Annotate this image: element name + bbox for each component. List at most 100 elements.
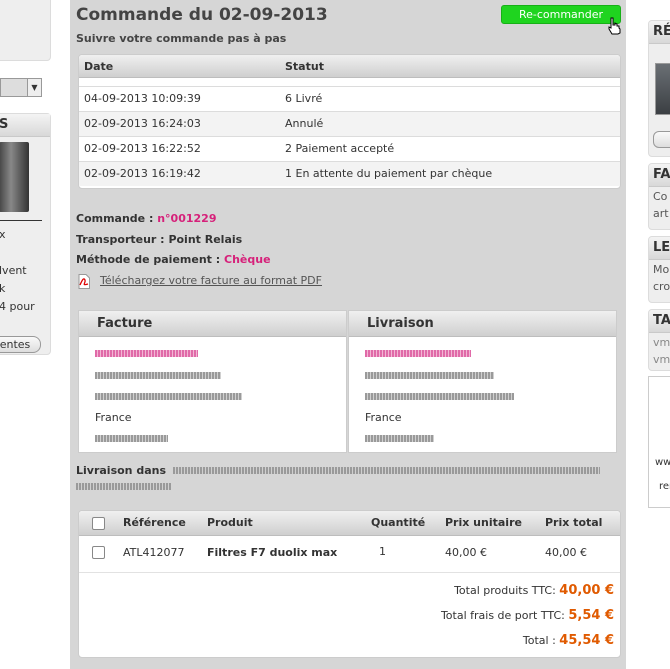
shipping-total: Total frais de port TTC: 5,54 € <box>441 608 614 623</box>
col-product: Produit <box>207 516 253 529</box>
status-table: Date Statut 04-09-2013 10:09:39 6 Livré … <box>78 54 621 189</box>
delivery-address: Livraison France <box>348 310 617 453</box>
status-table-header: Date Statut <box>79 55 620 78</box>
chevron-down-icon[interactable]: ▼ <box>27 79 41 96</box>
delivery-title: Livraison <box>349 311 616 337</box>
product-reference: ATL412077 <box>123 546 185 559</box>
product-quantity: 1 <box>379 545 386 558</box>
row-checkbox[interactable] <box>92 546 105 559</box>
grand-total-value: 45,54 € <box>559 633 614 648</box>
row-status: 1 En attente du paiement par chèque <box>285 167 493 180</box>
payment-label: Méthode de paiement : <box>76 253 221 266</box>
right-box-1: RÉ <box>648 20 670 157</box>
hand-cursor-icon <box>608 17 621 35</box>
col-quantity: Quantité <box>371 516 426 529</box>
right-box-text: Mo <box>653 263 670 276</box>
redacted-street <box>95 372 221 379</box>
left-more-button[interactable]: entes <box>0 336 41 353</box>
redacted-city <box>365 393 514 400</box>
main-content: Commande du 02-09-2013 Re-commander Suiv… <box>70 0 626 669</box>
products-total: Total produits TTC: 40,00 € <box>454 583 614 598</box>
shipping-total-value: 5,54 € <box>568 608 614 623</box>
right-box-5: ww rer <box>648 376 670 508</box>
right-box-title: FA <box>649 164 670 187</box>
invoice-title: Facture <box>79 311 346 337</box>
right-misc-text: ww <box>655 457 670 468</box>
right-sidebar: RÉ FA Co art LE Mo cro TA vm vm ww rer <box>626 0 670 669</box>
left-box: S x lvent k 4 pour entes <box>0 113 51 355</box>
grand-total-label: Total : <box>522 634 556 647</box>
delivery-note: Livraison dans <box>76 464 166 477</box>
select-all-checkbox[interactable] <box>92 517 105 530</box>
reorder-button[interactable]: Re-commander <box>501 5 621 24</box>
delivery-note-label: Livraison dans <box>76 464 167 477</box>
right-box-title: RÉ <box>649 21 670 44</box>
redacted-phone <box>365 435 434 442</box>
redacted-relay-name <box>76 483 171 490</box>
payment-value: Chèque <box>224 253 271 266</box>
products-total-value: 40,00 € <box>559 583 614 598</box>
right-box-3: LE Mo cro <box>648 236 670 303</box>
divider <box>0 220 42 221</box>
redacted-city <box>95 393 242 400</box>
grand-total: Total : 45,54 € <box>523 633 614 648</box>
products-table: Référence Produit Quantité Prix unitaire… <box>78 510 621 658</box>
payment-line: Méthode de paiement : Chèque <box>76 253 271 266</box>
right-box-title: LE <box>649 237 670 260</box>
products-total-label: Total produits TTC: <box>454 584 556 597</box>
order-number: n°001229 <box>157 212 217 225</box>
carrier-line: Transporteur : Point Relais <box>76 233 242 246</box>
redacted-street <box>365 372 494 379</box>
product-name[interactable]: Filtres F7 duolix max <box>207 541 337 565</box>
col-total-price: Prix total <box>545 516 603 529</box>
row-date: 02-09-2013 16:19:42 <box>84 167 201 180</box>
invoice-country: France <box>95 411 132 424</box>
order-label: Commande : <box>76 212 154 225</box>
carrier-label: Transporteur : <box>76 233 165 246</box>
table-row: 02-09-2013 16:24:03 Annulé <box>79 111 620 136</box>
table-row: 02-09-2013 16:22:52 2 Paiement accepté <box>79 136 620 161</box>
right-box-text: vm <box>653 336 670 349</box>
left-text-3: k <box>0 282 6 295</box>
row-status: 6 Livré <box>285 92 323 105</box>
left-sidebar: ▼ S x lvent k 4 pour entes <box>0 0 58 669</box>
row-date: 04-09-2013 10:09:39 <box>84 92 201 105</box>
redacted-phone <box>95 435 168 442</box>
right-box-text: vm <box>653 353 670 366</box>
left-text-1: x <box>0 228 6 241</box>
right-box-title: TA <box>649 310 670 333</box>
redacted-relay-address <box>173 467 600 474</box>
right-box-text: cro <box>653 280 670 293</box>
left-box-title: S <box>0 114 50 137</box>
order-number-line: Commande : n°001229 <box>76 212 216 225</box>
col-status: Statut <box>285 60 324 73</box>
col-unit-price: Prix unitaire <box>445 516 522 529</box>
table-row: 02-09-2013 16:19:42 1 En attente du paie… <box>79 161 620 186</box>
invoice-address: Facture France <box>78 310 347 453</box>
left-select[interactable]: ▼ <box>0 78 42 97</box>
col-reference: Référence <box>123 516 186 529</box>
right-box-2: FA Co art <box>648 163 670 230</box>
pdf-icon[interactable] <box>77 274 91 289</box>
redacted-name <box>365 350 471 357</box>
row-date: 02-09-2013 16:22:52 <box>84 142 201 155</box>
row-date: 02-09-2013 16:24:03 <box>84 117 201 130</box>
product-image[interactable] <box>0 142 29 212</box>
left-text-4: 4 pour <box>0 300 35 313</box>
download-invoice-link[interactable]: Téléchargez votre facture au format PDF <box>100 274 322 287</box>
right-box-4: TA vm vm <box>648 309 670 371</box>
row-status: Annulé <box>285 117 324 130</box>
row-status: 2 Paiement accepté <box>285 142 395 155</box>
products-table-header: Référence Produit Quantité Prix unitaire… <box>79 511 620 536</box>
product-image[interactable] <box>655 63 670 115</box>
left-text-2: lvent <box>0 264 27 277</box>
left-box-top <box>0 0 51 61</box>
right-box-button[interactable] <box>653 131 670 148</box>
right-box-text: Co <box>653 190 668 203</box>
carrier-value: Point Relais <box>168 233 243 246</box>
redacted-name <box>95 350 198 357</box>
product-total-price: 40,00 € <box>545 546 587 559</box>
page-subtitle: Suivre votre commande pas à pas <box>76 32 287 45</box>
col-date: Date <box>84 60 114 73</box>
delivery-country: France <box>365 411 402 424</box>
